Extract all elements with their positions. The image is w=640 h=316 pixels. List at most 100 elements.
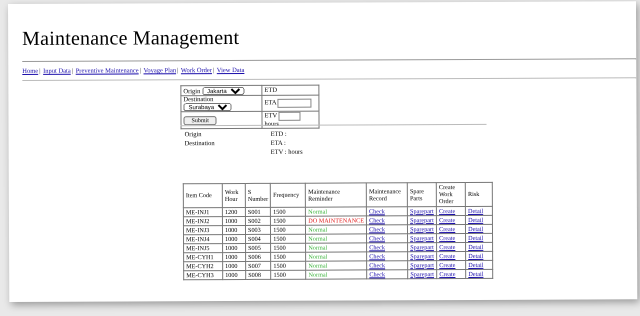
risk-detail-cell: Detail xyxy=(465,233,493,243)
nav-separator: | xyxy=(139,67,142,75)
spare-parts-link[interactable]: Sparepart xyxy=(410,262,434,269)
risk-detail-link[interactable]: Detail xyxy=(468,270,483,277)
risk-detail-link[interactable]: Detail xyxy=(468,234,483,241)
s-number-cell: S007 xyxy=(248,262,261,270)
spare-parts-link[interactable]: Sparepart xyxy=(410,271,434,278)
origin-select[interactable]: Jakarta xyxy=(201,86,245,95)
risk-detail-cell: Detail xyxy=(465,215,493,225)
work-hour-cell: 1000 xyxy=(222,234,246,244)
etv-input[interactable] xyxy=(278,111,301,121)
nav-preventive-maintenance-link[interactable]: Preventive Maintenance xyxy=(76,67,139,74)
summary-origin-label: Origin xyxy=(184,131,202,139)
frequency-cell: 1500 xyxy=(273,226,286,234)
risk-detail-link[interactable]: Detail xyxy=(468,216,483,223)
create-work-order-link[interactable]: Create xyxy=(439,262,455,269)
maintenance-record-link[interactable]: Check xyxy=(369,235,385,242)
create-work-order-link[interactable]: Create xyxy=(439,271,455,278)
work-hour-cell: 1000 xyxy=(222,261,246,271)
nav-view-data-link[interactable]: View Data xyxy=(217,67,245,74)
nav-voyage-plan-link[interactable]: Voyage Plan xyxy=(143,67,176,74)
destination-cell: Destination Surabaya xyxy=(180,95,262,112)
destination-select[interactable]: Surabaya xyxy=(183,103,232,112)
frequency-cell: 1500 xyxy=(270,261,306,271)
origin-cell: Origin Jakarta xyxy=(180,85,262,96)
maintenance-reminder-cell: Normal xyxy=(305,242,367,253)
risk-detail-link[interactable]: Detail xyxy=(468,243,483,250)
frequency-cell: 1500 xyxy=(273,244,286,252)
maintenance-record-link[interactable]: Check xyxy=(369,271,385,278)
create-work-order-link[interactable]: Create xyxy=(439,253,455,260)
work-hour-cell: 1000 xyxy=(224,217,238,225)
maintenance-record-link[interactable]: Check xyxy=(369,208,385,215)
submit-button[interactable]: Submit xyxy=(183,115,217,125)
nav-separator: | xyxy=(212,67,215,75)
risk-detail-link[interactable]: Detail xyxy=(468,261,483,268)
nav-work-order-link[interactable]: Work Order xyxy=(181,67,212,74)
spare-parts-link[interactable]: Sparepart xyxy=(410,208,434,215)
create-work-order-link[interactable]: Create xyxy=(439,217,455,224)
frequency-cell: 1500 xyxy=(273,208,286,216)
title-divider xyxy=(22,58,637,62)
header-risk: Risk xyxy=(465,182,493,207)
summary-eta-label: ETA : xyxy=(270,139,286,147)
nav-separator: | xyxy=(39,67,41,75)
maintenance-reminder-cell: DO MAINTENANCE xyxy=(308,216,365,225)
create-work-order-link[interactable]: Create xyxy=(439,244,455,251)
work-hour-cell: 1000 xyxy=(225,253,238,261)
spare-parts-link[interactable]: Sparepart xyxy=(410,217,434,224)
maintenance-reminder-cell: Normal xyxy=(308,235,328,243)
s-number-cell: S005 xyxy=(248,244,261,252)
maintenance-record-link[interactable]: Check xyxy=(369,253,385,260)
item-code-cell: ME-INJ5 xyxy=(183,243,223,253)
nav-separator: | xyxy=(177,67,179,75)
eta-input[interactable] xyxy=(277,98,312,108)
s-number-cell: S004 xyxy=(245,234,271,244)
maintenance-record-link[interactable]: Check xyxy=(369,226,385,233)
create-work-order-link[interactable]: Create xyxy=(439,235,455,242)
page: Maintenance Management Home| Input Data|… xyxy=(8,1,638,302)
spare-parts-link[interactable]: Sparepart xyxy=(410,235,434,242)
nav-bar: Home| Input Data| Preventive Maintenance… xyxy=(22,67,244,75)
risk-detail-cell: Detail xyxy=(465,269,493,279)
create-work-order-cell: Create xyxy=(436,269,466,279)
spare-parts-link[interactable]: Sparepart xyxy=(410,253,434,260)
risk-detail-link[interactable]: Detail xyxy=(468,225,483,232)
frequency-cell: 1500 xyxy=(273,235,286,243)
item-code-cell: ME-INJ5 xyxy=(186,244,210,252)
risk-detail-link[interactable]: Detail xyxy=(468,252,483,259)
maintenance-record-cell: Check xyxy=(366,242,408,252)
risk-detail-cell: Detail xyxy=(465,242,493,252)
s-number-cell: S006 xyxy=(248,253,261,261)
create-work-order-cell: Create xyxy=(436,242,466,252)
etd-cell: ETD xyxy=(261,85,319,96)
maintenance-reminder-cell: Normal xyxy=(308,208,328,216)
work-hour-cell: 1000 xyxy=(222,243,246,253)
frequency-cell: 1500 xyxy=(273,253,286,261)
maintenance-record-link[interactable]: Check xyxy=(369,262,385,269)
maintenance-record-link[interactable]: Check xyxy=(369,244,385,251)
item-code-cell: ME-CYH2 xyxy=(186,262,214,270)
risk-detail-link[interactable]: Detail xyxy=(468,207,483,214)
item-code-cell: ME-CYH1 xyxy=(186,253,214,261)
header-spare-parts: Spare Parts xyxy=(407,182,437,207)
frequency-cell: 1500 xyxy=(270,225,306,235)
origin-label: Origin xyxy=(183,87,201,95)
spare-parts-link[interactable]: Sparepart xyxy=(410,244,434,251)
create-work-order-link[interactable]: Create xyxy=(439,208,455,215)
header-item-code: Item Code xyxy=(183,183,223,208)
frequency-cell: 1500 xyxy=(273,271,286,279)
s-number-cell: S002 xyxy=(247,217,261,225)
maintenance-reminder-cell: Normal xyxy=(305,233,367,244)
nav-home-link[interactable]: Home xyxy=(22,68,38,75)
maintenance-reminder-cell: Normal xyxy=(305,224,367,235)
header-maintenance-record: Maintenance Record xyxy=(366,182,408,207)
maintenance-reminder-cell: Normal xyxy=(308,271,328,279)
nav-input-data-link[interactable]: Input Data xyxy=(43,68,71,75)
spare-parts-link[interactable]: Sparepart xyxy=(410,226,434,233)
frequency-cell: 1500 xyxy=(270,234,306,244)
maintenance-record-link[interactable]: Check xyxy=(369,217,385,224)
item-code-cell: ME-INJ3 xyxy=(183,225,223,235)
create-work-order-link[interactable]: Create xyxy=(439,226,455,233)
s-number-cell: S006 xyxy=(245,252,271,262)
frequency-cell: 1500 xyxy=(270,207,306,217)
